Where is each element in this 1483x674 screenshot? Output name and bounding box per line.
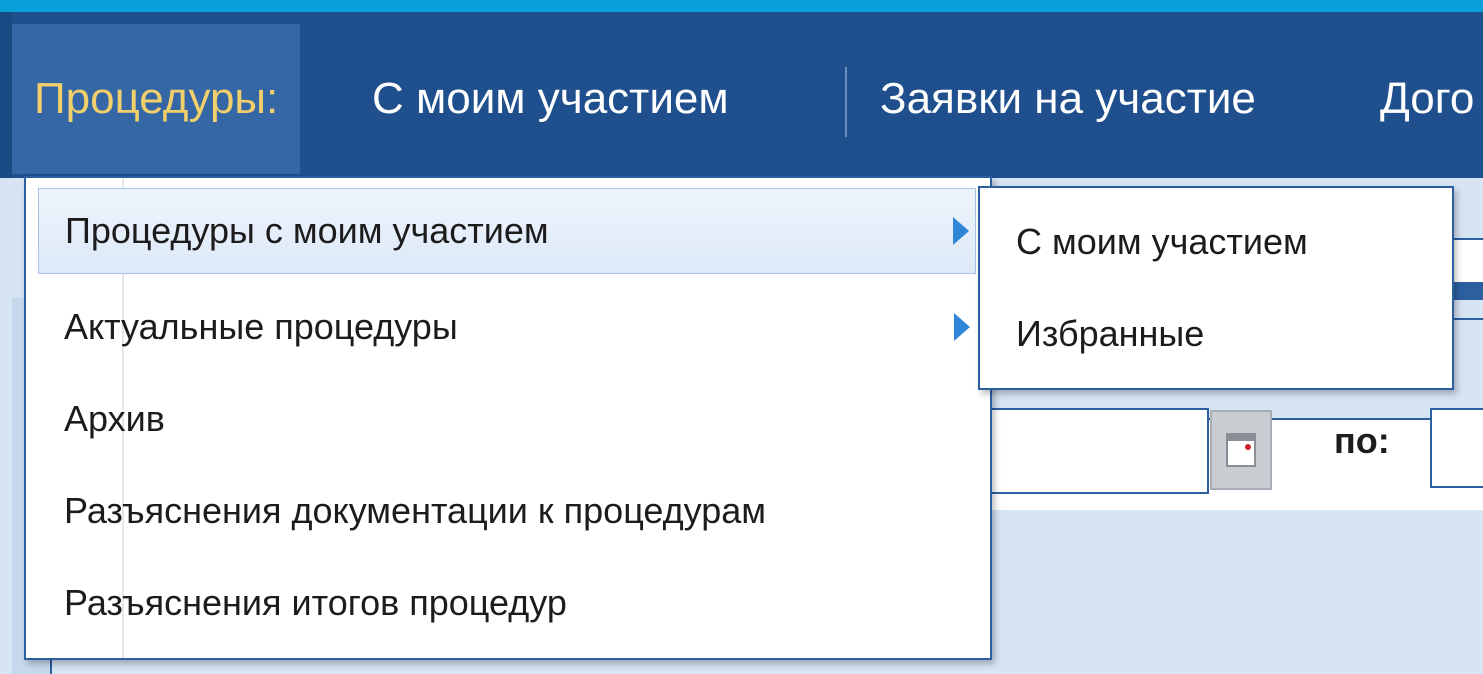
menu-item-label: Процедуры с моим участием	[65, 210, 549, 251]
submenu-arrow-icon	[953, 217, 969, 245]
menu-item-my-procedures[interactable]: Процедуры с моим участием	[38, 188, 976, 274]
menu-item-label: Разъяснения документации к процедурам	[64, 490, 767, 531]
nav-separator	[845, 67, 847, 137]
submenu-item-favorites[interactable]: Избранные	[980, 288, 1452, 380]
menu-item-archive[interactable]: Архив	[38, 376, 976, 462]
nav-item-with-my-participation[interactable]: С моим участием	[372, 24, 729, 174]
submenu-item-with-my-participation[interactable]: С моим участием	[980, 196, 1452, 288]
date-to-label: по:	[1334, 420, 1390, 461]
submenu-arrow-icon	[954, 313, 970, 341]
date-to-input[interactable]	[1430, 408, 1483, 488]
nav-item-applications[interactable]: Заявки на участие	[880, 24, 1256, 174]
calendar-button[interactable]	[1210, 410, 1272, 490]
top-accent-stripe	[0, 0, 1483, 12]
nav-item-contracts[interactable]: Дого	[1380, 24, 1474, 174]
procedures-dropdown-menu: Процедуры с моим участием Актуальные про…	[24, 176, 992, 660]
main-navbar: Процедуры: С моим участием Заявки на уча…	[0, 12, 1483, 178]
menu-item-label: Разъяснения итогов процедур	[64, 582, 567, 623]
procedures-submenu: С моим участием Избранные	[978, 186, 1454, 390]
calendar-icon	[1226, 433, 1256, 467]
content-accent-bar	[1450, 282, 1483, 300]
nav-item-procedures[interactable]: Процедуры:	[12, 24, 301, 174]
menu-item-results-clarifications[interactable]: Разъяснения итогов процедур	[38, 560, 976, 646]
menu-item-actual-procedures[interactable]: Актуальные процедуры	[38, 284, 976, 370]
menu-item-label: Актуальные процедуры	[64, 306, 458, 347]
menu-item-label: Архив	[64, 398, 165, 439]
navbar-edge	[0, 12, 12, 178]
menu-item-doc-clarifications[interactable]: Разъяснения документации к процедурам	[38, 468, 976, 554]
